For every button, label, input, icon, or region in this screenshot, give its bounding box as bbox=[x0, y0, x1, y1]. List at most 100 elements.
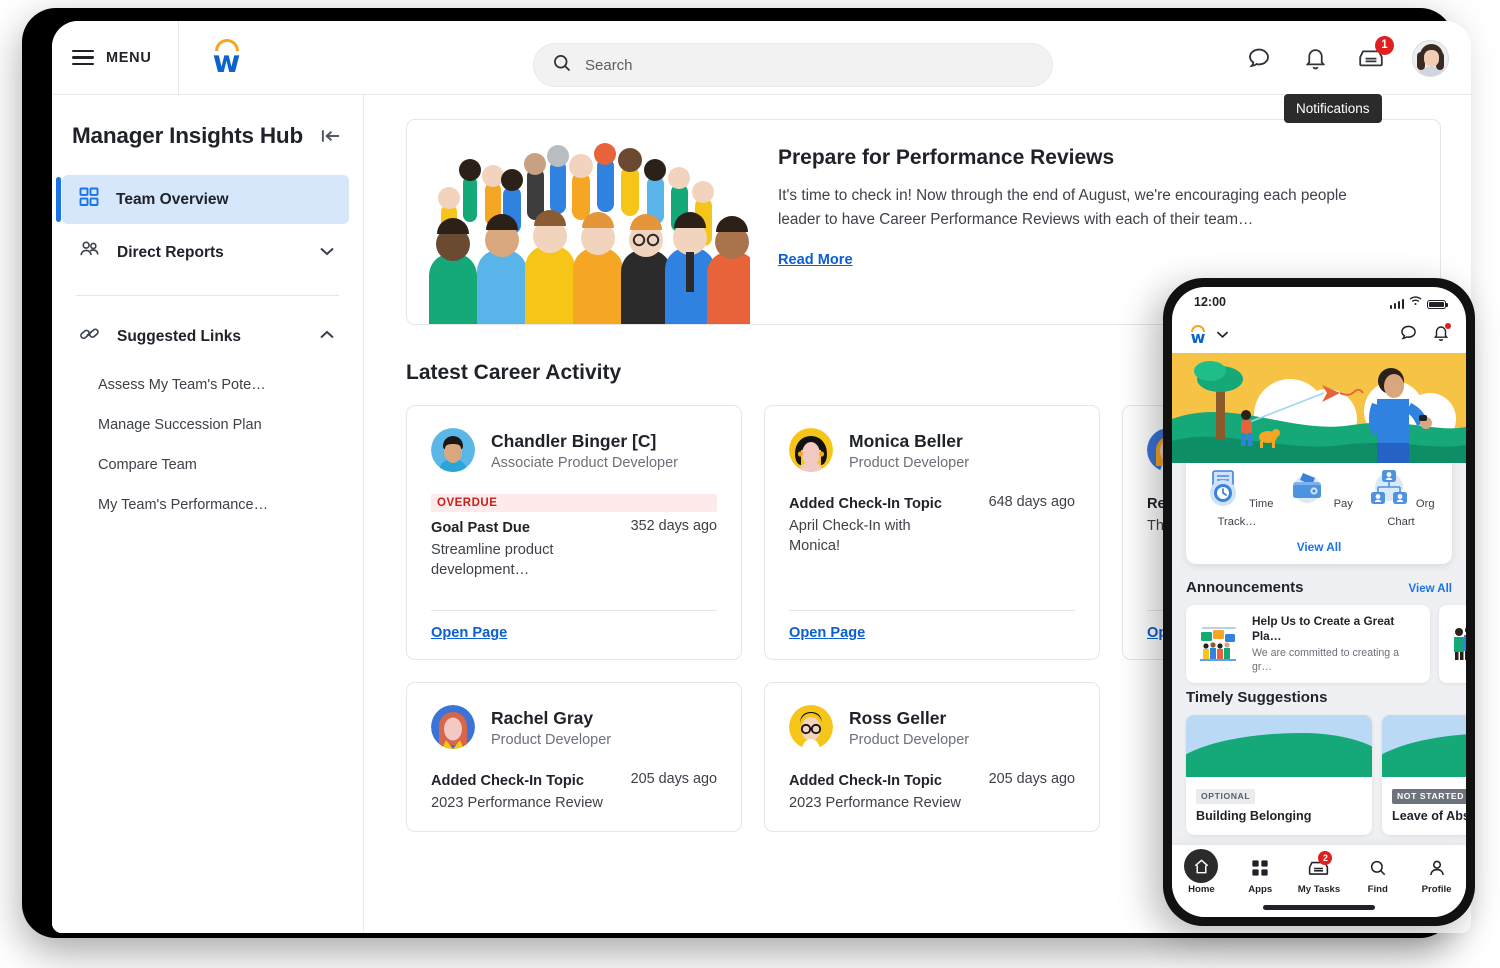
quick-action-pay[interactable]: Pay bbox=[1281, 467, 1357, 530]
wifi-icon bbox=[1409, 295, 1422, 309]
battery-icon bbox=[1427, 300, 1446, 310]
sidebar-section-suggested-links[interactable]: Suggested Links bbox=[62, 312, 349, 361]
menu-button-label: MENU bbox=[106, 50, 152, 66]
sidebar-item-direct-reports[interactable]: Direct Reports bbox=[62, 228, 349, 277]
event-time: 205 days ago bbox=[989, 771, 1075, 787]
card-event-row: Goal Past Due 352 days ago bbox=[431, 518, 717, 538]
announcement-thumbnail bbox=[1196, 625, 1242, 663]
event-description: April Check-In with Monica! bbox=[789, 516, 964, 556]
collapse-sidebar-icon[interactable] bbox=[320, 127, 341, 145]
card-event-row: Added Check-In Topic 648 days ago bbox=[789, 494, 1075, 514]
whats-happening-items: Time Track… bbox=[1196, 467, 1442, 530]
event-description: Streamline product development… bbox=[431, 540, 606, 580]
sidebar-sublink-team-performance[interactable]: My Team's Performance… bbox=[52, 485, 363, 525]
suggestion-illustration bbox=[1382, 715, 1466, 777]
chevron-down-icon[interactable] bbox=[319, 244, 335, 262]
nav-item-find[interactable]: Find bbox=[1348, 853, 1407, 895]
search-input[interactable] bbox=[585, 57, 1005, 74]
workday-logo-icon: w bbox=[1188, 324, 1208, 346]
phone-workday-logo[interactable]: w bbox=[1188, 324, 1229, 346]
chat-icon[interactable] bbox=[1399, 323, 1418, 347]
time-tracking-icon bbox=[1201, 494, 1249, 511]
announcements-title: Announcements bbox=[1186, 579, 1304, 596]
status-time: 12:00 bbox=[1194, 295, 1226, 309]
announcements-header: Announcements View All bbox=[1186, 579, 1452, 596]
avatar[interactable] bbox=[1412, 40, 1449, 77]
chevron-down-icon[interactable] bbox=[1216, 326, 1229, 344]
home-indicator bbox=[1263, 905, 1375, 910]
nav-item-my-tasks[interactable]: 2 My Tasks bbox=[1290, 853, 1349, 895]
global-top-bar: MENU w bbox=[52, 21, 1471, 95]
sidebar-sublink-compare-team[interactable]: Compare Team bbox=[52, 445, 363, 485]
event-description: 2023 Performance Review bbox=[789, 793, 964, 813]
announcements-list: Help Us to Create a Great Pla… We are co… bbox=[1186, 605, 1466, 683]
card-divider bbox=[431, 610, 717, 611]
crowd-illustration bbox=[407, 120, 750, 324]
sidebar-header: Manager Insights Hub bbox=[52, 123, 363, 149]
phone-app-bar-actions bbox=[1399, 323, 1450, 347]
announcements-view-all-link[interactable]: View All bbox=[1409, 583, 1452, 595]
career-activity-card[interactable]: Ross Geller Product Developer Added Chec… bbox=[764, 682, 1100, 832]
menu-button[interactable]: MENU bbox=[52, 21, 179, 95]
phone-hero-illustration bbox=[1172, 353, 1466, 463]
whats-happening-card: Here's What's Happening bbox=[1186, 463, 1452, 564]
nav-label: Profile bbox=[1407, 884, 1466, 895]
sidebar-sublink-assess-potential[interactable]: Assess My Team's Pote… bbox=[52, 365, 363, 405]
suggestion-card[interactable]: NOT STARTED Leave of Absen bbox=[1382, 715, 1466, 835]
nav-label: Home bbox=[1172, 884, 1231, 895]
search-icon bbox=[552, 53, 572, 78]
card-header: Chandler Binger [C] Associate Product De… bbox=[431, 428, 717, 472]
quick-action-time-tracking[interactable]: Time Track… bbox=[1199, 467, 1275, 530]
whats-happening-view-all-link[interactable]: View All bbox=[1196, 540, 1442, 554]
nav-label: Apps bbox=[1231, 884, 1290, 895]
suggestion-name: Building Belonging bbox=[1196, 809, 1362, 823]
person-name: Rachel Gray bbox=[491, 707, 611, 729]
read-more-link[interactable]: Read More bbox=[778, 252, 853, 268]
person-name: Ross Geller bbox=[849, 707, 969, 729]
card-event-row: Added Check-In Topic 205 days ago bbox=[431, 771, 717, 791]
workday-logo[interactable]: w bbox=[207, 37, 247, 79]
avatar bbox=[431, 428, 475, 472]
announcement-item[interactable] bbox=[1439, 605, 1466, 683]
bell-icon[interactable] bbox=[1300, 43, 1330, 73]
nav-item-apps[interactable]: Apps bbox=[1231, 853, 1290, 895]
sidebar-item-team-overview[interactable]: Team Overview bbox=[62, 175, 349, 224]
announcement-item[interactable]: Help Us to Create a Great Pla… We are co… bbox=[1186, 605, 1430, 683]
people-icon bbox=[78, 239, 101, 266]
page-title: Manager Insights Hub bbox=[72, 123, 303, 149]
open-page-link[interactable]: Open Page bbox=[431, 625, 717, 641]
nav-item-home[interactable]: Home bbox=[1172, 853, 1231, 895]
org-chart-icon bbox=[1367, 494, 1415, 511]
career-activity-card[interactable]: Monica Beller Product Developer Added Ch… bbox=[764, 405, 1100, 660]
person-role: Product Developer bbox=[849, 455, 969, 471]
event-description: 2023 Performance Review bbox=[431, 793, 606, 813]
grid-icon bbox=[78, 186, 100, 213]
search-icon bbox=[1348, 853, 1407, 883]
card-event-row: Added Check-In Topic 205 days ago bbox=[789, 771, 1075, 791]
card-header: Monica Beller Product Developer bbox=[789, 428, 1075, 472]
chevron-up-icon[interactable] bbox=[319, 328, 335, 346]
person-role: Product Developer bbox=[491, 732, 611, 748]
suggestion-card[interactable]: OPTIONAL Building Belonging bbox=[1186, 715, 1372, 835]
chat-icon[interactable] bbox=[1244, 43, 1274, 73]
suggestion-status-badge: OPTIONAL bbox=[1196, 789, 1255, 804]
phone-scroll-area[interactable]: Here's What's Happening bbox=[1172, 463, 1466, 917]
crowd-illustration-svg bbox=[407, 120, 750, 324]
event-title: Added Check-In Topic bbox=[789, 771, 942, 791]
event-title: Added Check-In Topic bbox=[789, 494, 942, 514]
phone-status-bar: 12:00 bbox=[1172, 287, 1466, 317]
inbox-icon[interactable]: 1 bbox=[1356, 43, 1386, 73]
nav-item-profile[interactable]: Profile bbox=[1407, 853, 1466, 895]
event-time: 205 days ago bbox=[631, 771, 717, 787]
status-badge: OVERDUE bbox=[431, 494, 717, 512]
suggestion-illustration bbox=[1186, 715, 1372, 777]
search-bar[interactable] bbox=[533, 43, 1053, 87]
career-activity-card[interactable]: Rachel Gray Product Developer Added Chec… bbox=[406, 682, 742, 832]
person-role: Associate Product Developer bbox=[491, 455, 678, 471]
career-activity-card[interactable]: Chandler Binger [C] Associate Product De… bbox=[406, 405, 742, 660]
topbar-actions: 1 bbox=[1244, 21, 1449, 95]
quick-action-org-chart[interactable]: Org Chart bbox=[1363, 467, 1439, 530]
open-page-link[interactable]: Open Page bbox=[789, 625, 1075, 641]
bell-icon[interactable] bbox=[1432, 324, 1450, 347]
sidebar-sublink-succession-plan[interactable]: Manage Succession Plan bbox=[52, 405, 363, 445]
